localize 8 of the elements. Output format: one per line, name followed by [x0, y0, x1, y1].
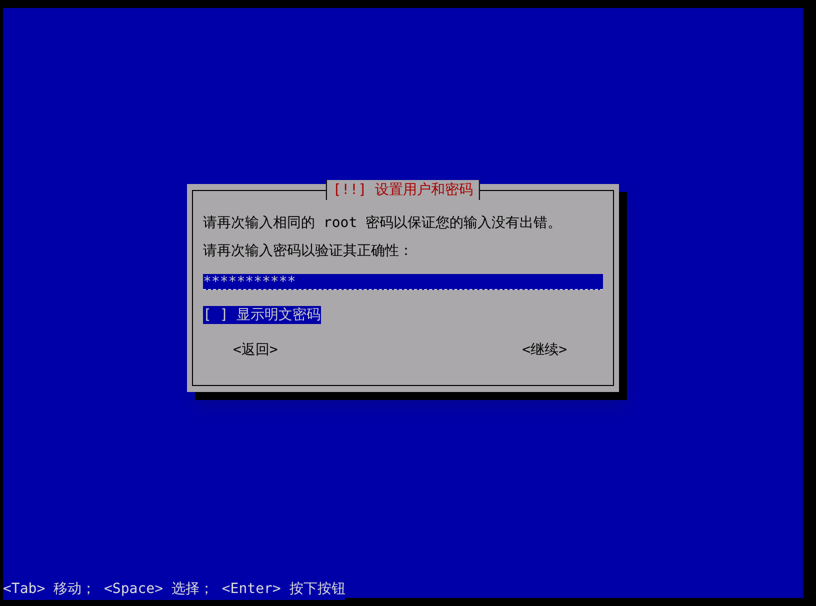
- prompt-text: 请再次输入密码以验证其正确性：: [203, 242, 414, 261]
- show-password-checkbox[interactable]: [ ] 显示明文密码: [203, 306, 321, 324]
- status-bar: <Tab> 移动； <Space> 选择； <Enter> 按下按钮: [3, 579, 346, 600]
- message-text: 请再次输入相同的 root 密码以保证您的输入没有出错。: [203, 214, 563, 233]
- continue-button[interactable]: <继续>: [522, 340, 567, 361]
- password-field[interactable]: ***********: [203, 274, 603, 290]
- dialog-title: [!!] 设置用户和密码: [326, 180, 480, 200]
- back-button[interactable]: <返回>: [233, 340, 278, 361]
